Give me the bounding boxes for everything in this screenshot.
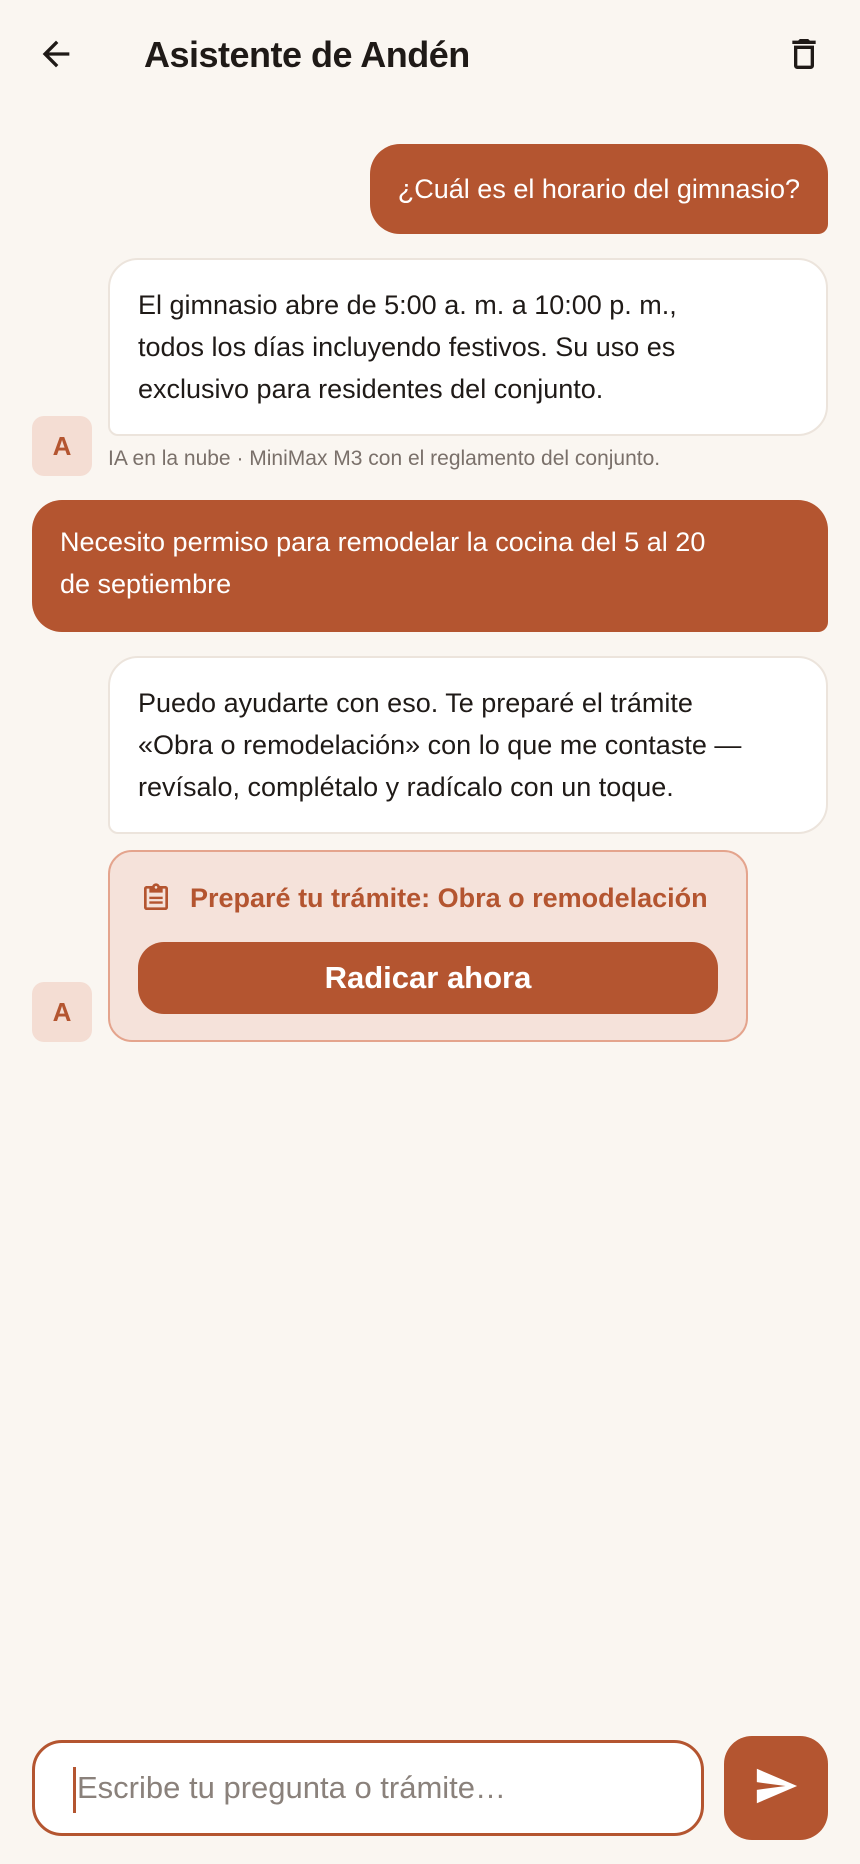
tramite-card-header: Preparé tu trámite: Obra o remodelación: [140, 882, 708, 914]
assistant-message: Puedo ayudarte con eso. Te preparé el tr…: [108, 656, 828, 834]
back-button[interactable]: [30, 30, 82, 82]
message-line: revísalo, complétalo y radícalo con un t…: [138, 772, 674, 802]
text-cursor: [73, 1767, 76, 1813]
user-message: Necesito permiso para remodelar la cocin…: [32, 500, 828, 632]
delete-conversation-button[interactable]: [778, 30, 830, 82]
page-title: Asistente de Andén: [144, 34, 470, 75]
tramite-card: Preparé tu trámite: Obra o remodelación …: [108, 850, 748, 1042]
assistant-message: El gimnasio abre de 5:00 a. m. a 10:00 p…: [108, 258, 828, 436]
message-text: ¿Cuál es el horario del gimnasio?: [397, 174, 800, 204]
radicar-button[interactable]: Radicar ahora: [138, 942, 718, 1014]
chat-screen: Asistente de Andén ¿Cuál es el horario d…: [0, 0, 860, 1864]
clipboard-icon: [140, 882, 172, 914]
send-icon: [753, 1763, 799, 1814]
message-caption: IA en la nube · MiniMax M3 con el reglam…: [108, 447, 661, 470]
app-bar: Asistente de Andén: [0, 0, 860, 112]
send-button[interactable]: [724, 1736, 828, 1840]
message-input[interactable]: [73, 1770, 673, 1806]
message-line: de septiembre: [60, 569, 232, 599]
message-line: exclusivo para residentes del conjunto.: [138, 374, 604, 404]
message-line: El gimnasio abre de 5:00 a. m. a 10:00 p…: [138, 290, 677, 320]
assistant-avatar: A: [32, 982, 92, 1042]
trash-icon: [784, 34, 824, 79]
user-message: ¿Cuál es el horario del gimnasio?: [369, 144, 828, 234]
tramite-card-title: Preparé tu trámite: Obra o remodelación: [190, 882, 708, 913]
message-line: todos los días incluyendo festivos. Su u…: [138, 332, 676, 362]
arrow-left-icon: [36, 34, 76, 79]
message-line: Puedo ayudarte con eso. Te preparé el tr…: [138, 688, 693, 718]
message-line: Necesito permiso para remodelar la cocin…: [60, 527, 706, 557]
message-line: «Obra o remodelación» con lo que me cont…: [138, 730, 742, 760]
message-input-container: [32, 1740, 704, 1836]
assistant-avatar: A: [32, 416, 92, 476]
